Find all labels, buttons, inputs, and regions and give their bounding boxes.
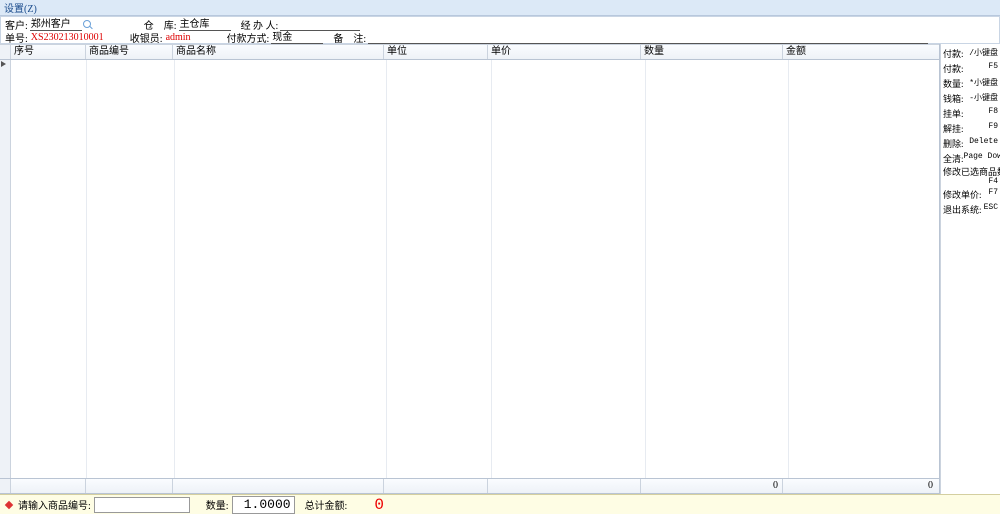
header-form: 客户: 郑州客户 仓 库: 主仓库 经 办 人: 单号: XS230213010…	[0, 16, 1000, 44]
col-code[interactable]: 商品编号	[86, 45, 173, 59]
remark-label: 备 注:	[333, 30, 366, 45]
sc-unhold: 解挂:	[943, 122, 964, 135]
shortcut-panel: 付款:/小键盘 付款:F5 数量:*小键盘 钱箱:-小键盘 挂单:F8 解挂:F…	[940, 44, 1000, 494]
product-code-input[interactable]	[94, 497, 190, 513]
qty-input[interactable]: 1.0000	[232, 496, 295, 514]
sc-clear: 全清:	[943, 152, 964, 165]
total-value: 0	[374, 496, 384, 514]
sc-pay1: 付款:	[943, 47, 964, 60]
footer-amount-total: 0	[783, 479, 939, 493]
menu-settings[interactable]: 设置(Z)	[4, 0, 37, 15]
sc-exit: 退出系统:	[943, 203, 982, 216]
handler-field[interactable]	[280, 19, 360, 31]
order-label: 单号:	[5, 30, 28, 45]
code-prompt: 请输入商品编号:	[18, 497, 91, 512]
qty-label: 数量:	[206, 497, 229, 512]
customer-field[interactable]: 郑州客户	[30, 19, 82, 31]
diamond-icon	[5, 500, 13, 508]
col-name[interactable]: 商品名称	[173, 45, 384, 59]
grid-header: 序号 商品编号 商品名称 单位 单价 数量 金额	[0, 44, 939, 60]
data-grid[interactable]: 序号 商品编号 商品名称 单位 单价 数量 金额	[0, 44, 940, 494]
sc-delete: 删除:	[943, 137, 964, 150]
sc-editqty: 修改已选商品数量:F4	[943, 167, 998, 187]
warehouse-field[interactable]: 主仓库	[179, 19, 231, 31]
sc-hold: 挂单:	[943, 107, 964, 120]
sc-editprice: 修改单价:	[943, 188, 982, 201]
paymethod-field[interactable]: 现金	[271, 32, 323, 44]
search-icon[interactable]	[82, 19, 94, 31]
bottom-bar: 请输入商品编号: 数量: 1.0000 总计金额: 0	[0, 494, 1000, 514]
footer-qty-total: 0	[641, 479, 783, 493]
current-row-indicator-icon	[1, 61, 6, 67]
sc-drawer: 钱箱:	[943, 92, 964, 105]
sc-qty: 数量:	[943, 77, 964, 90]
col-unit[interactable]: 单位	[384, 45, 488, 59]
order-value: XS230213010001	[30, 32, 120, 44]
total-label: 总计金额:	[305, 497, 348, 512]
remark-field[interactable]	[368, 32, 928, 44]
menu-bar: 设置(Z)	[0, 0, 1000, 16]
sc-pay2: 付款:	[943, 62, 964, 75]
cashier-label: 收银员:	[130, 30, 163, 45]
grid-body[interactable]	[0, 60, 939, 478]
col-seq[interactable]: 序号	[11, 45, 86, 59]
paymethod-label: 付款方式:	[227, 30, 270, 45]
grid-footer: 0 0	[0, 478, 939, 494]
main-area: 序号 商品编号 商品名称 单位 单价 数量 金额	[0, 44, 1000, 494]
col-price[interactable]: 单价	[488, 45, 641, 59]
col-amount[interactable]: 金额	[783, 45, 939, 59]
cashier-value: admin	[165, 32, 217, 44]
col-qty[interactable]: 数量	[641, 45, 783, 59]
